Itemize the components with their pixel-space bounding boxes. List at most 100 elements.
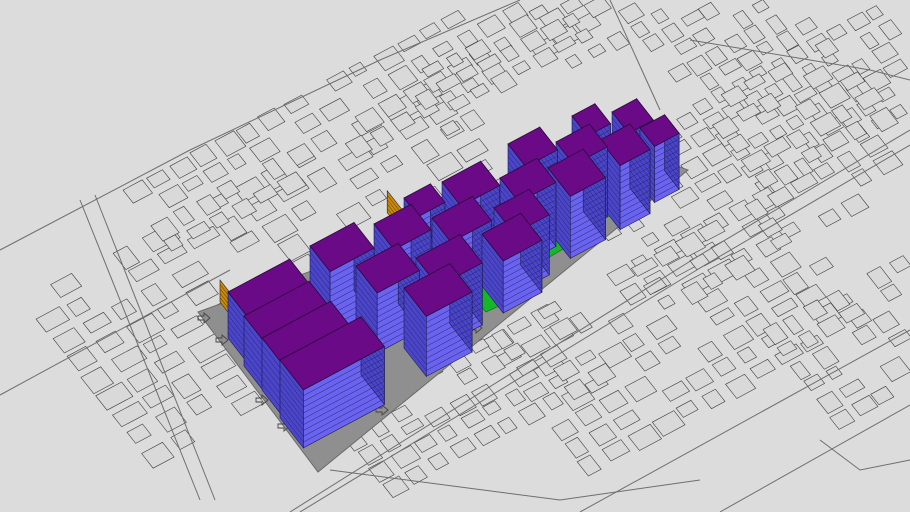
context-building bbox=[146, 169, 171, 189]
context-building bbox=[743, 24, 766, 45]
context-building bbox=[419, 22, 442, 40]
context-building bbox=[789, 360, 811, 381]
context-building bbox=[588, 423, 618, 447]
context-building bbox=[427, 452, 450, 471]
context-building bbox=[817, 208, 842, 228]
context-building bbox=[846, 11, 872, 32]
context-building bbox=[794, 17, 818, 36]
context-building bbox=[641, 232, 660, 247]
context-building bbox=[866, 266, 893, 289]
context-building bbox=[872, 150, 904, 176]
context-building bbox=[661, 380, 691, 402]
context-building bbox=[624, 375, 658, 403]
context-building bbox=[675, 399, 699, 418]
context-building bbox=[619, 282, 647, 306]
context-building bbox=[564, 54, 583, 69]
context-building bbox=[50, 273, 83, 298]
context-building bbox=[424, 406, 451, 428]
context-building bbox=[380, 154, 404, 173]
context-building bbox=[733, 295, 759, 317]
context-building bbox=[564, 436, 589, 459]
context-building bbox=[704, 46, 729, 67]
context-building bbox=[382, 475, 410, 498]
context-building bbox=[657, 335, 682, 355]
context-building bbox=[576, 454, 602, 477]
context-building bbox=[112, 401, 148, 428]
context-building bbox=[709, 307, 735, 326]
context-building bbox=[66, 296, 91, 317]
context-building bbox=[865, 5, 884, 21]
context-building bbox=[627, 423, 662, 451]
context-building bbox=[35, 306, 71, 333]
context-building bbox=[724, 33, 748, 54]
context-building bbox=[717, 163, 743, 184]
context-building bbox=[171, 373, 202, 400]
context-building bbox=[702, 143, 732, 167]
context-building bbox=[825, 365, 843, 380]
context-building bbox=[397, 34, 422, 53]
context-building bbox=[373, 45, 405, 72]
context-building bbox=[506, 316, 532, 335]
context-building bbox=[362, 77, 388, 99]
context-building bbox=[838, 378, 866, 398]
context-building bbox=[606, 263, 636, 287]
context-building bbox=[185, 280, 219, 307]
context-building bbox=[736, 346, 758, 364]
context-building bbox=[504, 388, 527, 407]
context-building bbox=[348, 61, 368, 77]
context-building bbox=[140, 283, 168, 307]
context-building bbox=[785, 114, 805, 131]
context-building bbox=[809, 256, 834, 276]
context-building bbox=[169, 156, 198, 179]
context-building bbox=[722, 324, 755, 350]
context-building bbox=[326, 70, 353, 92]
context-building bbox=[699, 72, 720, 91]
context-building bbox=[661, 22, 685, 43]
3d-viewport[interactable] bbox=[0, 0, 910, 512]
context-building bbox=[186, 393, 213, 416]
context-building bbox=[126, 423, 152, 444]
context-building bbox=[413, 434, 438, 453]
context-building bbox=[95, 330, 125, 354]
context-building bbox=[459, 109, 486, 132]
context-building bbox=[230, 390, 265, 416]
context-building bbox=[517, 402, 546, 426]
context-building bbox=[216, 374, 248, 399]
context-building bbox=[542, 391, 564, 411]
context-building bbox=[732, 10, 754, 30]
context-building bbox=[749, 358, 776, 379]
context-building bbox=[782, 314, 804, 335]
context-building bbox=[606, 31, 631, 51]
context-building bbox=[634, 350, 661, 372]
context-building bbox=[226, 153, 247, 170]
context-building bbox=[630, 21, 651, 39]
context-building bbox=[879, 356, 910, 383]
context-building bbox=[153, 350, 185, 374]
context-building bbox=[365, 189, 388, 207]
context-building bbox=[306, 166, 338, 193]
context-building bbox=[878, 19, 903, 41]
context-building bbox=[765, 14, 788, 35]
context-building bbox=[181, 175, 204, 192]
context-building bbox=[751, 0, 770, 14]
context-building bbox=[202, 162, 229, 183]
context-building bbox=[310, 130, 338, 153]
context-building bbox=[249, 137, 281, 163]
context-building bbox=[690, 127, 716, 148]
massing-model-scene[interactable] bbox=[0, 0, 910, 512]
context-building bbox=[349, 167, 380, 190]
context-building bbox=[882, 58, 909, 78]
context-building bbox=[497, 416, 518, 435]
context-building bbox=[598, 389, 629, 414]
context-building bbox=[859, 31, 880, 50]
context-building bbox=[512, 60, 531, 76]
context-building bbox=[432, 40, 454, 58]
context-building bbox=[617, 2, 645, 25]
context-building bbox=[826, 23, 848, 41]
context-building bbox=[111, 345, 148, 373]
context-building bbox=[291, 200, 317, 222]
context-building bbox=[759, 280, 790, 303]
context-building bbox=[574, 349, 597, 366]
context-building bbox=[172, 205, 195, 226]
context-building bbox=[889, 255, 910, 274]
